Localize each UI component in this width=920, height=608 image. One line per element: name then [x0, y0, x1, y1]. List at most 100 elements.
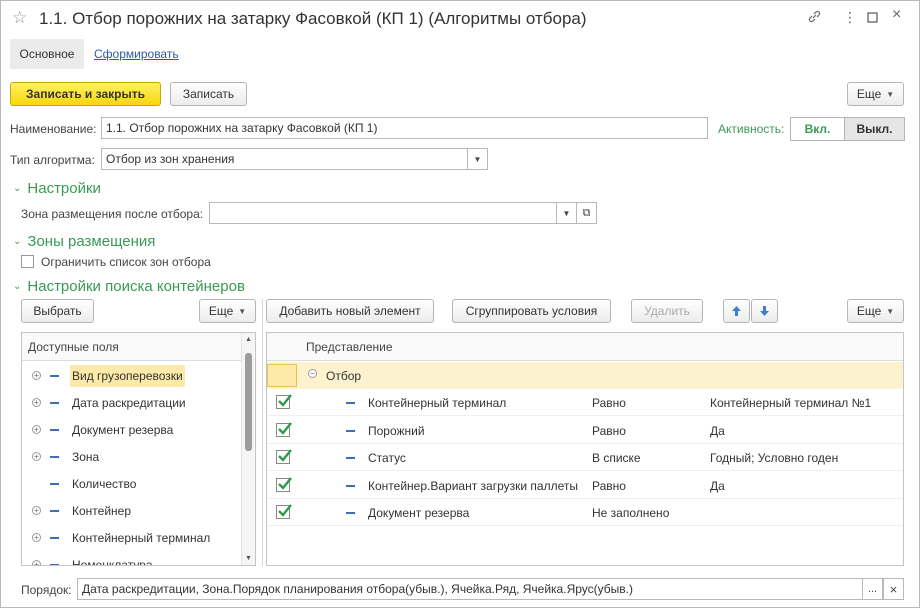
filter-condition: Не заполнено — [592, 506, 670, 520]
row-checkbox[interactable] — [276, 476, 292, 492]
field-icon — [50, 536, 59, 539]
left-more-button[interactable]: Еще ▼ — [199, 299, 256, 323]
scroll-down-icon[interactable]: ▼ — [245, 555, 252, 562]
arrow-up-icon — [732, 306, 741, 316]
save-close-button[interactable]: Записать и закрыть — [10, 82, 161, 106]
section-container-search-label: Настройки поиска контейнеров — [27, 278, 245, 295]
right-more-button[interactable]: Еще ▼ — [847, 299, 904, 323]
row-checkbox[interactable] — [276, 504, 292, 519]
chevron-down-icon: ⌄ — [13, 281, 22, 292]
expand-icon[interactable]: + — [32, 371, 41, 380]
activity-off-button[interactable]: Выкл. — [844, 117, 905, 141]
tab-main[interactable]: Основное — [10, 39, 84, 69]
chevron-down-icon[interactable]: ▼ — [557, 202, 577, 224]
expand-icon[interactable]: + — [32, 452, 41, 461]
available-fields-list: + Вид грузоперевозки + Дата раскредитации + Д… — [22, 362, 242, 565]
maximize-icon[interactable] — [867, 10, 878, 26]
filter-condition: Равно — [592, 396, 626, 410]
available-fields-panel: Доступные поля + Вид грузоперевозки + Дата … — [21, 332, 256, 566]
order-label: Порядок: — [21, 583, 72, 597]
row-checkbox[interactable] — [276, 449, 292, 464]
group-conditions-button[interactable]: Сгруппировать условия — [452, 299, 611, 323]
zone-after-input[interactable] — [209, 202, 557, 224]
filter-condition: Равно — [592, 478, 626, 493]
filter-row[interactable]: Порожний Равно Да — [267, 417, 903, 444]
more-icon[interactable]: ⋮ — [843, 9, 857, 26]
tab-generate-link[interactable]: Сформировать — [94, 47, 179, 61]
activity-on-button[interactable]: Вкл. — [790, 117, 845, 141]
select-icon[interactable]: ... — [863, 578, 883, 600]
more-label: Еще — [856, 87, 882, 101]
filter-panel: Представление − Отбор Контейнерный терми… — [266, 332, 904, 566]
scroll-up-icon[interactable]: ▲ — [245, 336, 252, 343]
open-icon[interactable]: ⧉ — [577, 202, 597, 224]
list-item[interactable]: + Зона — [22, 443, 242, 470]
list-item[interactable]: + Вид грузоперевозки — [22, 362, 242, 389]
field-label: Контейнер — [72, 503, 132, 518]
move-up-button[interactable] — [723, 299, 750, 323]
delete-button[interactable]: Удалить — [631, 299, 703, 323]
more-button-top[interactable]: Еще ▼ — [847, 82, 904, 106]
limit-zones-checkbox[interactable] — [21, 255, 34, 268]
list-item[interactable]: + Дата раскредитации — [22, 389, 242, 416]
row-checkbox[interactable] — [276, 394, 292, 409]
field-icon — [346, 429, 355, 432]
expand-icon[interactable]: + — [32, 560, 41, 565]
filter-row[interactable]: Контейнер.Вариант загрузки паллеты Равно Д… — [267, 472, 903, 499]
check-icon — [278, 504, 292, 517]
filter-rows: Контейнерный терминал Равно Контейнерный т… — [267, 389, 903, 565]
expand-icon[interactable]: + — [32, 425, 41, 434]
select-button[interactable]: Выбрать — [21, 299, 94, 323]
filter-row[interactable]: Статус В списке Годный; Условно годен — [267, 444, 903, 471]
scrollbar[interactable]: ▲ ▼ — [241, 333, 255, 565]
row-checkbox[interactable] — [276, 421, 292, 437]
filter-field: Порожний — [368, 423, 425, 438]
group-row[interactable]: − Отбор — [267, 362, 903, 389]
splitter[interactable] — [262, 299, 263, 566]
expand-icon[interactable]: + — [32, 533, 41, 542]
chevron-down-icon: ⌄ — [13, 183, 22, 194]
section-container-search[interactable]: ⌄ Настройки поиска контейнеров — [13, 278, 245, 295]
filter-row[interactable]: Контейнерный терминал Равно Контейнерный т… — [267, 389, 903, 416]
expand-icon[interactable]: + — [32, 506, 41, 515]
list-item[interactable]: + Контейнер — [22, 497, 242, 524]
expand-icon[interactable]: + — [32, 398, 41, 407]
section-zones-label: Зоны размещения — [27, 233, 156, 250]
group-row-selector[interactable] — [267, 364, 297, 387]
filter-field: Контейнер.Вариант загрузки паллеты — [368, 478, 578, 493]
list-item[interactable]: Количество — [22, 470, 242, 497]
chevron-down-icon[interactable]: ▼ — [468, 148, 488, 170]
algo-type-select[interactable]: Отбор из зон хранения — [101, 148, 468, 170]
field-icon — [50, 509, 59, 512]
move-down-button[interactable] — [751, 299, 778, 323]
scrollbar-thumb[interactable] — [245, 353, 252, 451]
link-icon[interactable] — [807, 9, 822, 27]
section-zones[interactable]: ⌄ Зоны размещения — [13, 233, 155, 250]
field-label: Контейнерный терминал — [72, 530, 211, 545]
list-item[interactable]: + Документ резерва — [22, 416, 242, 443]
field-icon — [346, 512, 355, 514]
add-element-button[interactable]: Добавить новый элемент — [266, 299, 434, 323]
collapse-icon[interactable]: − — [308, 369, 317, 378]
save-button[interactable]: Записать — [170, 82, 247, 106]
window-title: 1.1. Отбор порожних на затарку Фасовкой … — [39, 9, 587, 28]
close-icon[interactable]: × — [892, 6, 901, 24]
filter-field: Статус — [368, 451, 406, 465]
order-input[interactable]: Дата раскредитации, Зона.Порядок планиро… — [77, 578, 863, 600]
more-label: Еще — [856, 304, 882, 318]
field-icon — [346, 457, 355, 459]
star-icon[interactable]: ☆ — [12, 8, 27, 28]
filter-row[interactable]: Документ резерва Не заполнено — [267, 499, 903, 526]
field-icon — [346, 484, 355, 487]
field-label: Количество — [72, 476, 137, 491]
name-label: Наименование: — [10, 122, 97, 136]
check-icon — [278, 421, 292, 435]
list-item[interactable]: + Контейнерный терминал — [22, 524, 242, 551]
check-icon — [278, 476, 292, 490]
name-input[interactable]: 1.1. Отбор порожних на затарку Фасовкой … — [101, 117, 708, 139]
chevron-down-icon: ▼ — [886, 306, 895, 316]
field-icon — [50, 428, 59, 431]
list-item[interactable]: + Номенклатура — [22, 551, 242, 565]
clear-icon[interactable]: × — [883, 578, 904, 600]
section-settings[interactable]: ⌄ Настройки — [13, 180, 101, 197]
